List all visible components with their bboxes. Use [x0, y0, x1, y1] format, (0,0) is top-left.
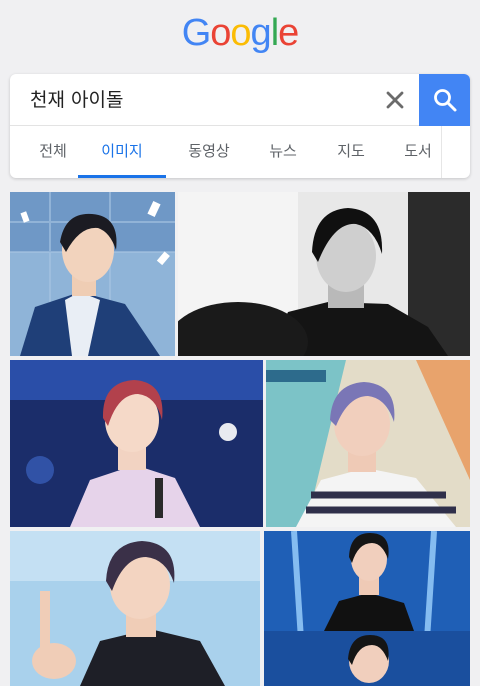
tab-maps[interactable]: 지도: [318, 126, 384, 178]
image-results-grid: [0, 190, 480, 686]
tab-books[interactable]: 도서: [384, 126, 452, 178]
tab-label: 이미지: [101, 142, 143, 160]
image-result[interactable]: [266, 360, 470, 527]
logo-letter: l: [270, 12, 280, 54]
search-button[interactable]: [419, 74, 470, 126]
image-result[interactable]: [10, 192, 175, 356]
search-input[interactable]: 천재 아이돌: [30, 74, 123, 126]
active-tab-indicator: [78, 175, 166, 178]
tab-images[interactable]: 이미지: [78, 126, 166, 178]
image-result[interactable]: [10, 360, 263, 527]
tab-label: 지도: [337, 142, 365, 160]
logo-letter: G: [181, 12, 212, 54]
tab-videos[interactable]: 동영상: [170, 126, 248, 178]
tab-news[interactable]: 뉴스: [250, 126, 316, 178]
logo-letter: o: [230, 12, 251, 54]
image-result[interactable]: [264, 531, 470, 686]
logo-letter: g: [250, 12, 272, 54]
logo-letter: e: [278, 12, 299, 54]
tab-label: 전체: [39, 142, 67, 160]
tab-label: 동영상: [188, 142, 230, 160]
close-icon[interactable]: [382, 87, 408, 113]
search-bar: 천재 아이돌: [10, 74, 470, 126]
image-result[interactable]: [178, 192, 470, 356]
image-result[interactable]: [10, 531, 260, 686]
search-card: 천재 아이돌 전체 이미지 동영상 뉴스 지도 도서: [10, 74, 470, 178]
search-tabs: 전체 이미지 동영상 뉴스 지도 도서: [10, 126, 442, 178]
tab-label: 도서: [404, 142, 432, 160]
search-icon: [434, 89, 457, 112]
google-logo: Google: [0, 10, 480, 56]
logo-letter: o: [210, 12, 231, 54]
tab-label: 뉴스: [269, 142, 297, 160]
